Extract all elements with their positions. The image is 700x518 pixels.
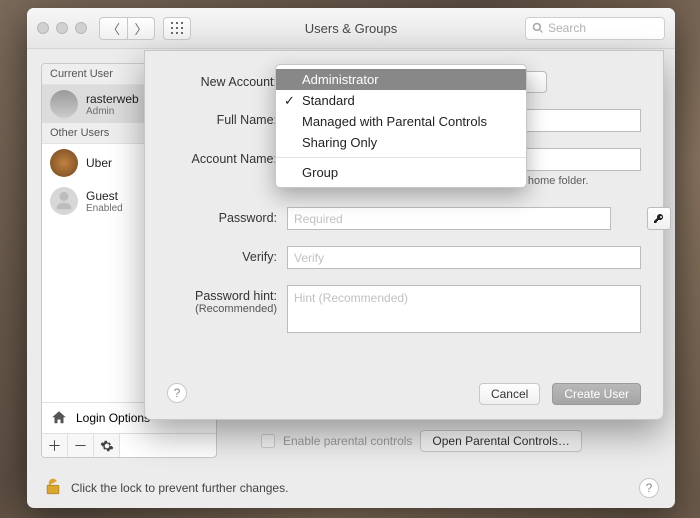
user-role: Enabled bbox=[86, 203, 123, 214]
user-name: Uber bbox=[86, 156, 112, 170]
close-icon[interactable] bbox=[37, 22, 49, 34]
show-all-button[interactable] bbox=[163, 17, 191, 40]
titlebar: 〈 〉 Users & Groups Search bbox=[27, 8, 675, 49]
label-new-account: New Account: bbox=[167, 71, 287, 89]
menu-item-managed[interactable]: Managed with Parental Controls bbox=[276, 111, 526, 132]
house-icon bbox=[50, 409, 68, 427]
add-user-button[interactable]: ＋ bbox=[42, 434, 68, 457]
remove-user-button[interactable]: － bbox=[68, 434, 94, 457]
search-input[interactable]: Search bbox=[525, 17, 665, 40]
user-name: rasterweb bbox=[86, 92, 139, 106]
parental-checkbox[interactable] bbox=[261, 434, 275, 448]
parental-controls-row: Enable parental controls Open Parental C… bbox=[261, 430, 582, 452]
menu-item-administrator[interactable]: Administrator bbox=[276, 69, 526, 90]
user-name: Guest bbox=[86, 189, 123, 203]
label-account-name: Account Name: bbox=[167, 148, 287, 166]
avatar bbox=[50, 90, 78, 118]
password-field[interactable] bbox=[287, 207, 611, 230]
verify-field[interactable] bbox=[287, 246, 641, 269]
prefs-window: 〈 〉 Users & Groups Search Current User r… bbox=[27, 8, 675, 508]
label-hint: Password hint: (Recommended) bbox=[167, 285, 287, 315]
menu-item-group[interactable]: Group bbox=[276, 162, 526, 183]
sheet-help-button[interactable]: ? bbox=[167, 383, 187, 403]
window-controls bbox=[37, 22, 87, 34]
label-full-name: Full Name: bbox=[167, 109, 287, 127]
key-icon bbox=[653, 213, 665, 225]
back-button[interactable]: 〈 bbox=[99, 17, 127, 40]
minimize-icon[interactable] bbox=[56, 22, 68, 34]
help-button[interactable]: ? bbox=[639, 478, 659, 498]
hint-field[interactable] bbox=[287, 285, 641, 333]
search-placeholder: Search bbox=[548, 21, 586, 35]
cancel-button[interactable]: Cancel bbox=[479, 383, 540, 405]
forward-button[interactable]: 〉 bbox=[127, 17, 155, 40]
menu-separator bbox=[276, 157, 526, 158]
open-parental-controls-button[interactable]: Open Parental Controls… bbox=[420, 430, 581, 452]
parental-label: Enable parental controls bbox=[283, 434, 412, 448]
login-options-label: Login Options bbox=[76, 411, 150, 425]
menu-item-standard[interactable]: Standard bbox=[276, 90, 526, 111]
footer: Click the lock to prevent further change… bbox=[27, 468, 675, 508]
user-role: Admin bbox=[86, 106, 139, 117]
gear-icon bbox=[100, 439, 114, 453]
grid-icon bbox=[171, 22, 183, 34]
label-password: Password: bbox=[167, 207, 287, 225]
zoom-icon[interactable] bbox=[75, 22, 87, 34]
lock-text: Click the lock to prevent further change… bbox=[71, 481, 288, 495]
avatar bbox=[50, 149, 78, 177]
search-icon bbox=[532, 22, 544, 34]
create-user-button[interactable]: Create User bbox=[552, 383, 641, 405]
label-verify: Verify: bbox=[167, 246, 287, 264]
lock-button[interactable] bbox=[43, 477, 63, 500]
avatar bbox=[50, 187, 78, 215]
sidebar-toolbar: ＋ － bbox=[42, 433, 216, 457]
nav-segment: 〈 〉 bbox=[99, 17, 155, 40]
menu-item-sharing[interactable]: Sharing Only bbox=[276, 132, 526, 153]
account-type-menu: Administrator Standard Managed with Pare… bbox=[275, 64, 527, 188]
password-assistant-button[interactable] bbox=[647, 207, 671, 230]
action-menu-button[interactable] bbox=[94, 434, 120, 457]
lock-open-icon bbox=[43, 477, 63, 497]
